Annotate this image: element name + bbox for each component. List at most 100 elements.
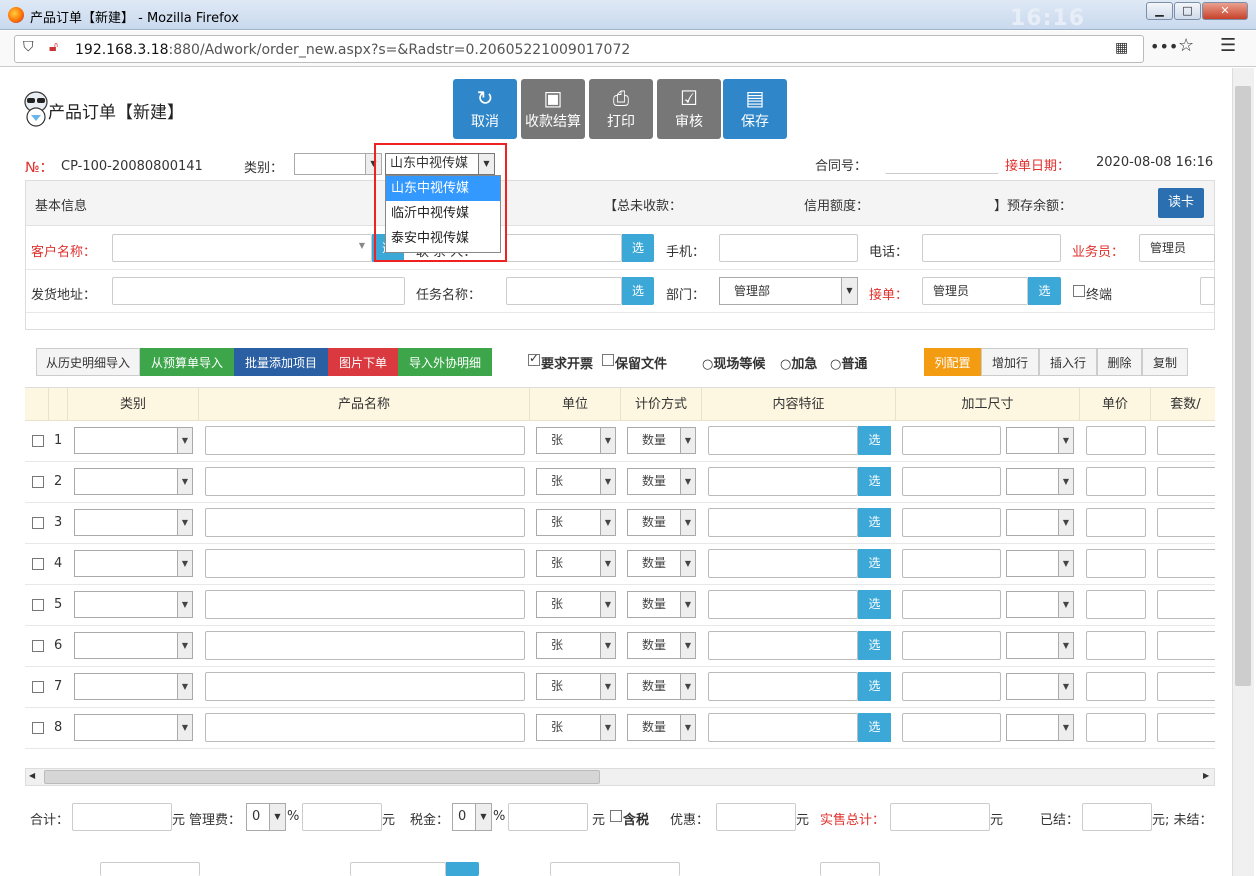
row-size-select[interactable]: ▼	[1006, 714, 1074, 741]
audit-button[interactable]: ☑ 审核	[657, 79, 721, 139]
row-unit-select[interactable]: 张 ▼	[536, 591, 616, 618]
row-checkbox[interactable]	[32, 681, 44, 693]
row-category-select[interactable]: ▼	[74, 468, 193, 495]
footer-input-5[interactable]	[820, 862, 880, 876]
keep-file-checkbox[interactable]	[602, 354, 614, 366]
row-price-input[interactable]	[1086, 508, 1146, 537]
row-content-select-button[interactable]: 选	[858, 426, 891, 455]
url-field[interactable]: ⛉ 🔓︎ 192.168.3.18:880/Adwork/order_new.a…	[14, 35, 1144, 63]
row-pricing-select[interactable]: 数量 ▼	[627, 427, 696, 454]
salesman-input[interactable]: 管理员	[1139, 234, 1215, 262]
row-product-input[interactable]	[205, 590, 525, 619]
close-button[interactable]: ✕	[1202, 2, 1248, 20]
footer-select-button[interactable]	[446, 862, 479, 876]
row-sets-input[interactable]	[1157, 672, 1215, 701]
terminal-checkbox[interactable]	[1073, 285, 1085, 297]
row-product-input[interactable]	[205, 467, 525, 496]
row-content-input[interactable]	[708, 590, 858, 619]
row-product-input[interactable]	[205, 508, 525, 537]
row-size-input[interactable]	[902, 549, 1001, 578]
row-sets-input[interactable]	[1157, 467, 1215, 496]
read-card-button[interactable]: 读卡	[1158, 188, 1204, 218]
row-price-input[interactable]	[1086, 467, 1146, 496]
tax-input[interactable]	[508, 803, 588, 831]
row-content-select-button[interactable]: 选	[858, 631, 891, 660]
total-input[interactable]	[72, 803, 172, 831]
row-size-input[interactable]	[902, 713, 1001, 742]
scroll-right-icon[interactable]: ▶	[1203, 771, 1209, 780]
row-size-select[interactable]: ▼	[1006, 632, 1074, 659]
row-checkbox[interactable]	[32, 517, 44, 529]
row-sets-input[interactable]	[1157, 713, 1215, 742]
header-unit[interactable]: 单位	[530, 388, 621, 421]
row-unit-select[interactable]: 张 ▼	[536, 550, 616, 577]
shield-icon[interactable]: ⛉	[23, 39, 34, 55]
row-content-input[interactable]	[708, 467, 858, 496]
row-checkbox[interactable]	[32, 640, 44, 652]
discount-input[interactable]	[716, 803, 796, 831]
header-pricing[interactable]: 计价方式	[621, 388, 702, 421]
extra-input[interactable]	[1200, 277, 1215, 305]
phone-input[interactable]	[922, 234, 1061, 262]
row-size-input[interactable]	[902, 590, 1001, 619]
row-unit-select[interactable]: 张 ▼	[536, 509, 616, 536]
row-size-input[interactable]	[902, 672, 1001, 701]
row-content-select-button[interactable]: 选	[858, 590, 891, 619]
import-outsource-button[interactable]: 导入外协明细	[398, 348, 492, 376]
row-content-input[interactable]	[708, 631, 858, 660]
row-content-select-button[interactable]: 选	[858, 508, 891, 537]
row-price-input[interactable]	[1086, 672, 1146, 701]
row-checkbox[interactable]	[32, 435, 44, 447]
row-sets-input[interactable]	[1157, 549, 1215, 578]
header-sets[interactable]: 套数/	[1151, 388, 1215, 421]
urgent-radio[interactable]: ○加急	[780, 353, 817, 372]
import-budget-button[interactable]: 从预算单导入	[140, 348, 234, 376]
row-content-select-button[interactable]: 选	[858, 467, 891, 496]
row-size-select[interactable]: ▼	[1006, 591, 1074, 618]
row-pricing-select[interactable]: 数量 ▼	[627, 468, 696, 495]
row-price-input[interactable]	[1086, 549, 1146, 578]
minimize-button[interactable]: ▁	[1146, 2, 1173, 20]
row-size-input[interactable]	[902, 426, 1001, 455]
star-icon[interactable]: ☆	[1178, 35, 1194, 56]
column-config-button[interactable]: 列配置	[924, 348, 981, 376]
row-product-input[interactable]	[205, 549, 525, 578]
footer-input-2[interactable]	[100, 862, 200, 876]
row-content-input[interactable]	[708, 549, 858, 578]
row-product-input[interactable]	[205, 713, 525, 742]
save-button[interactable]: ▤ 保存	[723, 79, 787, 139]
row-content-select-button[interactable]: 选	[858, 549, 891, 578]
row-category-select[interactable]: ▼	[74, 509, 193, 536]
insecure-lock-icon[interactable]: 🔓︎	[49, 39, 58, 55]
horizontal-scroll-thumb[interactable]	[44, 770, 600, 784]
row-content-input[interactable]	[708, 713, 858, 742]
category-select[interactable]: ▼	[294, 153, 382, 175]
cancel-button[interactable]: ↻ 取消	[453, 79, 517, 139]
mobile-input[interactable]	[719, 234, 858, 262]
url-text[interactable]: 192.168.3.18:880/Adwork/order_new.aspx?s…	[75, 42, 630, 58]
import-history-button[interactable]: 从历史明细导入	[36, 348, 140, 376]
task-input[interactable]	[506, 277, 622, 305]
row-category-select[interactable]: ▼	[74, 591, 193, 618]
row-checkbox[interactable]	[32, 599, 44, 611]
header-size[interactable]: 加工尺寸	[896, 388, 1080, 421]
row-content-select-button[interactable]: 选	[858, 713, 891, 742]
tax-included-checkbox[interactable]	[610, 810, 622, 822]
row-checkbox[interactable]	[32, 558, 44, 570]
row-sets-input[interactable]	[1157, 426, 1215, 455]
menu-icon[interactable]: ☰	[1220, 35, 1236, 56]
row-size-input[interactable]	[902, 508, 1001, 537]
row-unit-select[interactable]: 张 ▼	[536, 427, 616, 454]
collect-settle-button[interactable]: ▣ 收款结算	[521, 79, 585, 139]
row-size-select[interactable]: ▼	[1006, 509, 1074, 536]
row-pricing-select[interactable]: 数量 ▼	[627, 714, 696, 741]
customer-select[interactable]: ▼	[112, 234, 372, 262]
contact-input[interactable]	[506, 234, 622, 262]
vertical-scroll-thumb[interactable]	[1235, 86, 1251, 686]
row-category-select[interactable]: ▼	[74, 550, 193, 577]
row-unit-select[interactable]: 张 ▼	[536, 714, 616, 741]
row-content-input[interactable]	[708, 672, 858, 701]
header-unit-price[interactable]: 单价	[1080, 388, 1151, 421]
row-price-input[interactable]	[1086, 426, 1146, 455]
row-content-input[interactable]	[708, 426, 858, 455]
